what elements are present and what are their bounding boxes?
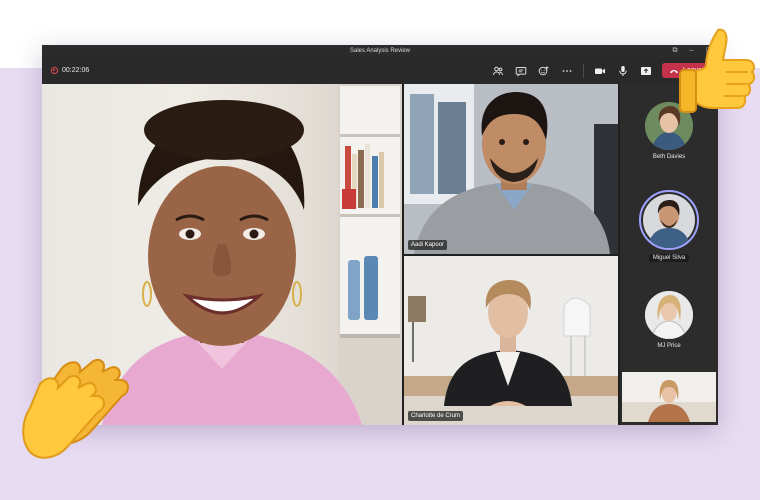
thumbs-up-emoji xyxy=(676,26,758,124)
toolbar-divider xyxy=(582,63,584,78)
camera-icon[interactable] xyxy=(593,64,607,78)
share-icon[interactable] xyxy=(639,64,653,78)
timer-text: 00:22:06 xyxy=(62,67,90,74)
video-tile-aadi[interactable]: Aadi Kapoor xyxy=(404,84,618,254)
meeting-timer: 00:22:06 xyxy=(51,57,89,84)
clapping-hands-emoji xyxy=(22,348,140,464)
mic-icon[interactable] xyxy=(616,64,630,78)
more-icon[interactable] xyxy=(560,64,574,78)
side-participant-mj[interactable]: MJ Price xyxy=(620,291,718,349)
reactions-icon[interactable] xyxy=(537,64,551,78)
title-bar: Sales Analysis Review ⧉ – ▢ xyxy=(42,45,718,57)
participant-video-charlotte xyxy=(404,256,618,425)
participant-side-panel: Beth Davies Miguel Silva MJ Price xyxy=(620,84,718,425)
participant-name-tag: Charlotte de Crum xyxy=(408,411,464,421)
window-title: Sales Analysis Review xyxy=(349,48,411,54)
avatar xyxy=(639,190,699,250)
video-tile-charlotte[interactable]: Charlotte de Crum xyxy=(404,256,618,425)
participant-name: Miguel Silva xyxy=(648,254,690,262)
participant-name-tag: Aadi Kapoor xyxy=(408,240,448,250)
self-view-video xyxy=(622,372,716,422)
self-view-tile[interactable] xyxy=(622,372,716,422)
avatar xyxy=(645,291,693,339)
chat-icon[interactable] xyxy=(514,64,528,78)
participant-name: Beth Davies xyxy=(652,154,686,160)
meeting-toolbar: 00:22:06 xyxy=(42,57,718,84)
meeting-window: Sales Analysis Review ⧉ – ▢ 00:22:06 xyxy=(42,45,718,425)
people-icon[interactable] xyxy=(491,64,505,78)
side-participant-miguel[interactable]: Miguel Silva xyxy=(620,190,718,262)
participant-name: MJ Price xyxy=(657,343,681,349)
recording-icon xyxy=(51,67,58,74)
participant-video-aadi xyxy=(404,84,618,254)
